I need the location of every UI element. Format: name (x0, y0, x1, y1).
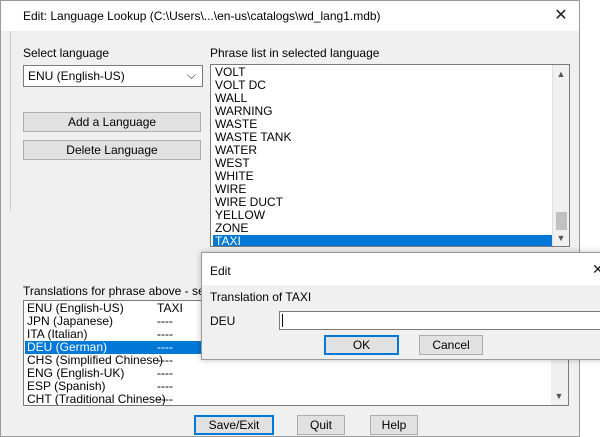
language-select-value: ENU (English-US) (28, 69, 125, 83)
text-caret (282, 314, 283, 327)
phrase-item[interactable]: WARNING (213, 105, 554, 118)
close-icon[interactable]: ✕ (592, 261, 600, 278)
title-bar[interactable]: Edit: Language Lookup (C:\Users\...\en-u… (1, 1, 579, 31)
phrase-list-label: Phrase list in selected language (210, 46, 380, 60)
quit-button[interactable]: Quit (297, 415, 345, 435)
chevron-down-icon[interactable]: ⌵ (187, 68, 196, 83)
scroll-down-icon[interactable]: ▼ (553, 231, 569, 245)
phrase-item[interactable]: WASTE TANK (213, 131, 554, 144)
phrase-item[interactable]: TAXI (213, 235, 554, 246)
field-label: DEU (210, 314, 236, 328)
edit-translation-dialog: Edit ✕ Translation of TAXI DEU OK Cancel (201, 252, 600, 360)
translation-of-label: Translation of TAXI (210, 290, 312, 304)
scroll-down-icon[interactable]: ▼ (551, 389, 567, 403)
scroll-up-icon[interactable]: ▲ (553, 67, 569, 81)
phrase-list[interactable]: VOLT VOLT DC WALL WARNING WASTE WASTE TANK WAT… (210, 64, 570, 247)
phrase-item[interactable]: WHITE (213, 170, 554, 183)
phrase-item[interactable]: YELLOW (213, 209, 554, 222)
phrase-item[interactable]: WEST (213, 157, 554, 170)
translation-value: ---- (157, 392, 173, 406)
translation-language: CHT (Traditional Chinese) (27, 392, 166, 406)
translation-input[interactable] (279, 311, 600, 330)
phrase-item[interactable]: ZONE (213, 222, 554, 235)
translations-label: Translations for phrase above - select (23, 284, 224, 298)
phrase-scrollbar[interactable]: ▲ ▼ (552, 65, 569, 246)
close-icon[interactable]: ✕ (549, 6, 573, 26)
add-language-button[interactable]: Add a Language (23, 112, 201, 132)
delete-language-button[interactable]: Delete Language (23, 140, 201, 160)
help-button[interactable]: Help (370, 415, 418, 435)
save-exit-button[interactable]: Save/Exit (194, 415, 274, 435)
language-lookup-dialog: Edit: Language Lookup (C:\Users\...\en-u… (0, 0, 580, 437)
phrase-item[interactable]: WATER (213, 144, 554, 157)
select-language-label: Select language (23, 46, 110, 60)
phrase-item[interactable]: VOLT DC (213, 79, 554, 92)
window-edge (1, 31, 11, 211)
scrollbar-thumb[interactable] (556, 212, 567, 230)
cancel-button[interactable]: Cancel (419, 335, 483, 355)
language-select[interactable]: ENU (English-US) ⌵ (23, 65, 203, 87)
ok-button[interactable]: OK (324, 335, 399, 355)
translation-row[interactable]: CHT (Traditional Chinese) ---- (25, 393, 551, 406)
edit-dialog-title: Edit (210, 264, 231, 278)
edit-title-bar[interactable]: Edit ✕ (202, 253, 600, 285)
dialog-title: Edit: Language Lookup (C:\Users\...\en-u… (23, 9, 381, 23)
